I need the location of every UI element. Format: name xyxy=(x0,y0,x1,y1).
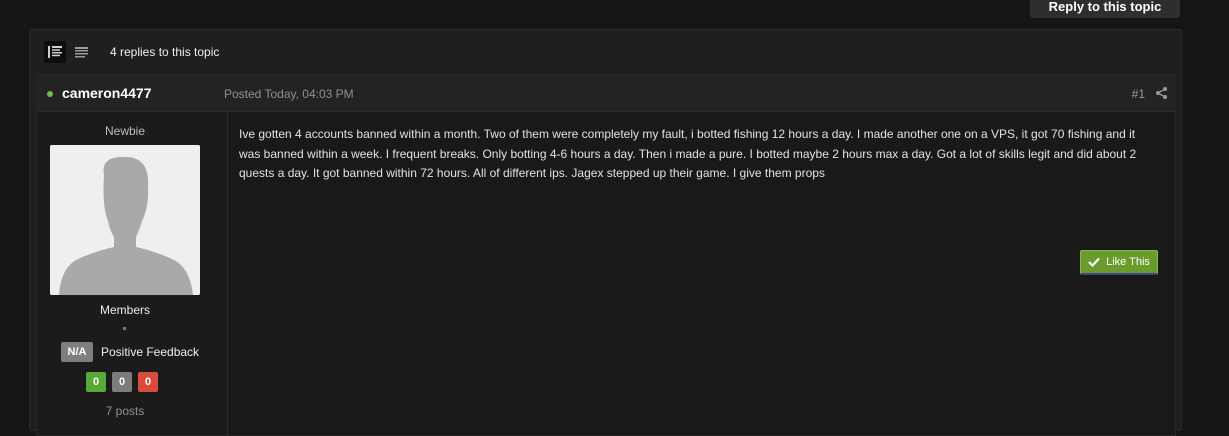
feedback-badge: N/A xyxy=(61,342,93,362)
reply-count: 4 replies to this topic xyxy=(110,45,220,59)
feedback-counts: 0 0 0 xyxy=(86,372,164,392)
like-button-label: Like This xyxy=(1106,256,1150,268)
post-header: cameron4477 Posted Today, 04:03 PM #1 xyxy=(37,75,1175,112)
post-body: Ive gotten 4 accounts banned within a mo… xyxy=(239,127,1137,180)
author-group: Members xyxy=(99,303,150,317)
full-view-mode-button[interactable] xyxy=(44,41,66,63)
feedback-row: N/A Positive Feedback xyxy=(61,342,199,362)
avatar[interactable] xyxy=(50,145,200,295)
author-info-column: Newbie Members N/A Positive Feedback 0 0… xyxy=(37,112,228,435)
reply-to-topic-label: Reply to this topic xyxy=(1048,0,1162,14)
post: cameron4477 Posted Today, 04:03 PM #1 Ne… xyxy=(36,74,1176,436)
posted-date: Posted Today, 04:03 PM xyxy=(224,87,354,101)
author-username-link[interactable]: cameron4477 xyxy=(62,85,152,101)
full-view-icon xyxy=(48,46,62,58)
author-rank-title: Newbie xyxy=(104,124,146,138)
topic-container: 4 replies to this topic cameron4477 Post… xyxy=(29,29,1182,436)
feedback-label: Positive Feedback xyxy=(101,345,200,359)
like-button[interactable]: Like This xyxy=(1080,250,1158,275)
reply-to-topic-button[interactable]: Reply to this topic xyxy=(1030,0,1180,18)
positive-feedback-count[interactable]: 0 xyxy=(86,372,106,392)
negative-feedback-count[interactable]: 0 xyxy=(138,372,158,392)
share-icon[interactable] xyxy=(1156,87,1167,99)
compact-view-icon xyxy=(74,46,88,57)
compact-view-mode-button[interactable] xyxy=(70,41,92,63)
default-avatar-icon xyxy=(50,145,200,295)
checkmark-icon xyxy=(1088,257,1100,267)
online-status-icon xyxy=(47,91,53,97)
rank-pip-icon xyxy=(123,327,126,330)
post-number-link[interactable]: #1 xyxy=(1132,87,1145,101)
view-mode-toolbar: 4 replies to this topic xyxy=(44,41,219,63)
neutral-feedback-count[interactable]: 0 xyxy=(112,372,132,392)
